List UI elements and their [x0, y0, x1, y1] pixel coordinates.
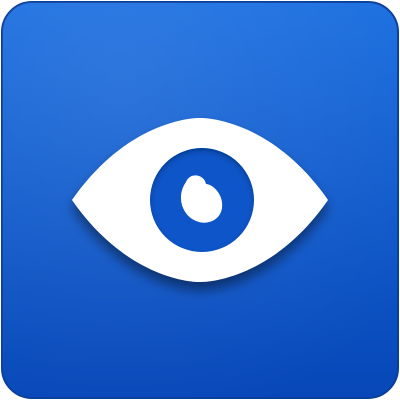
eye-icon-graphic [1, 1, 399, 399]
app-icon[interactable] [0, 0, 400, 400]
